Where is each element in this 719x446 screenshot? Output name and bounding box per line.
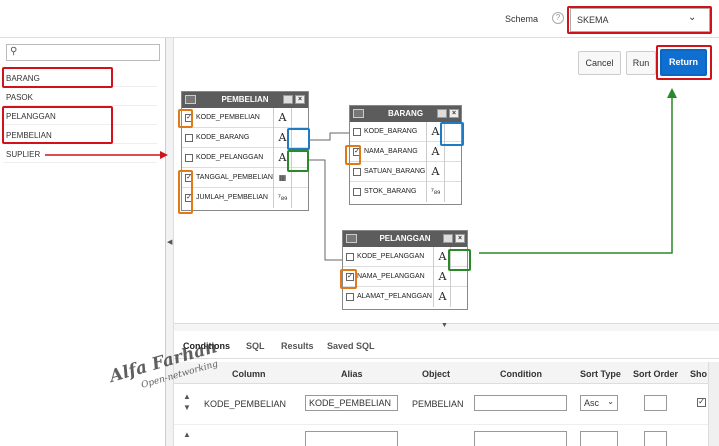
- column-checkbox[interactable]: [353, 188, 361, 196]
- sort-type-select[interactable]: [580, 431, 618, 446]
- grid-icon: [353, 109, 364, 118]
- column-checkbox[interactable]: [346, 293, 354, 301]
- text-type-icon: A: [426, 162, 444, 182]
- box-header[interactable]: PEMBELIAN ×: [182, 92, 308, 108]
- cell-object: PEMBELIAN: [412, 399, 464, 409]
- header-sort-type[interactable]: Sort Type: [580, 369, 621, 379]
- tab-sql[interactable]: SQL: [246, 341, 265, 351]
- column-name: STOK_BARANG: [364, 188, 417, 195]
- column-checkbox[interactable]: [185, 134, 193, 142]
- highlight-join-key: [440, 122, 464, 146]
- column-name: KODE_BARANG: [364, 128, 418, 135]
- column-name: KODE_PELANGGAN: [357, 253, 425, 260]
- tab-results[interactable]: Results: [281, 341, 314, 351]
- condition-input[interactable]: [474, 431, 567, 446]
- column-name: ALAMAT_PELANGGAN: [357, 293, 432, 300]
- text-type-icon: A: [273, 108, 291, 128]
- close-icon[interactable]: ×: [455, 234, 465, 243]
- vertical-scrollbar[interactable]: [708, 362, 719, 446]
- box-header[interactable]: BARANG ×: [350, 106, 461, 122]
- header-alias[interactable]: Alias: [341, 369, 363, 379]
- highlight-checkbox: [345, 145, 361, 165]
- alias-input[interactable]: [305, 431, 398, 446]
- join-line-pelanggan: [308, 159, 343, 261]
- condition-input[interactable]: [474, 395, 567, 411]
- number-type-icon: ⁷₈₉: [273, 188, 291, 208]
- header-condition[interactable]: Condition: [500, 369, 542, 379]
- column-name: NAMA_BARANG: [364, 148, 418, 155]
- close-icon[interactable]: ×: [449, 109, 459, 118]
- column-name: KODE_PEMBELIAN: [196, 114, 260, 121]
- join-line-barang: [308, 132, 349, 141]
- highlight-checkbox: [178, 170, 193, 214]
- minimize-icon[interactable]: [283, 95, 293, 104]
- header-object[interactable]: Object: [422, 369, 450, 379]
- tab-saved-sql[interactable]: Saved SQL: [327, 341, 375, 351]
- highlight-checkbox: [340, 269, 357, 289]
- box-title: PELANGGAN: [379, 234, 431, 243]
- sort-type-value: Asc: [584, 398, 600, 408]
- column-checkbox[interactable]: [353, 128, 361, 136]
- sort-type-select[interactable]: Asc ⌄: [580, 395, 618, 411]
- number-type-icon: ⁷₈₉: [426, 182, 444, 202]
- column-checkbox[interactable]: [346, 253, 354, 261]
- collapse-down-icon[interactable]: ▼: [441, 322, 448, 329]
- highlight-join-key: [448, 249, 471, 271]
- box-title: BARANG: [387, 109, 424, 118]
- table-row: [174, 426, 719, 446]
- column-name: NAMA_PELANGGAN: [357, 273, 425, 280]
- minimize-icon[interactable]: [437, 109, 447, 118]
- text-type-icon: A: [433, 287, 451, 307]
- green-arrow-line: [479, 96, 673, 254]
- green-arrow-head: [667, 88, 677, 98]
- alias-input[interactable]: KODE_PEMBELIAN: [305, 395, 398, 411]
- column-name: JUMLAH_PEMBELIAN: [196, 194, 268, 201]
- column-name: KODE_PELANGGAN: [196, 154, 264, 161]
- sort-order-input[interactable]: [644, 431, 667, 446]
- grid-icon: [346, 234, 357, 243]
- red-arrow-head: [160, 151, 168, 159]
- column-name: SATUAN_BARANG: [364, 168, 426, 175]
- table-box-barang[interactable]: BARANG × KODE_BARANG A ✓ NAMA_BARANG A SATU…: [349, 105, 462, 205]
- box-title: PEMBELIAN: [221, 95, 269, 104]
- column-checkbox[interactable]: [185, 154, 193, 162]
- chevron-down-icon: ⌄: [607, 397, 614, 406]
- header-sort-order[interactable]: Sort Order: [633, 369, 678, 379]
- sort-order-input[interactable]: [644, 395, 667, 411]
- show-checkbox[interactable]: ✓: [697, 398, 706, 407]
- grid-icon: [185, 95, 196, 104]
- header-show[interactable]: Sho: [690, 369, 707, 379]
- reorder-arrows-icon[interactable]: ▲ ▼: [183, 391, 191, 413]
- minimize-icon[interactable]: [443, 234, 453, 243]
- highlight-checkbox: [178, 109, 193, 128]
- highlight-join-key: [287, 128, 310, 150]
- close-icon[interactable]: ×: [295, 95, 305, 104]
- column-checkbox[interactable]: [353, 168, 361, 176]
- box-header[interactable]: PELANGGAN ×: [343, 231, 467, 247]
- column-name: TANGGAL_PEMBELIAN: [196, 174, 273, 181]
- cell-column: KODE_PEMBELIAN: [204, 399, 287, 409]
- reorder-arrows-icon[interactable]: ▲: [183, 430, 191, 439]
- highlight-join-key: [287, 150, 309, 172]
- column-name: KODE_BARANG: [196, 134, 250, 141]
- header-column[interactable]: Column: [232, 369, 266, 379]
